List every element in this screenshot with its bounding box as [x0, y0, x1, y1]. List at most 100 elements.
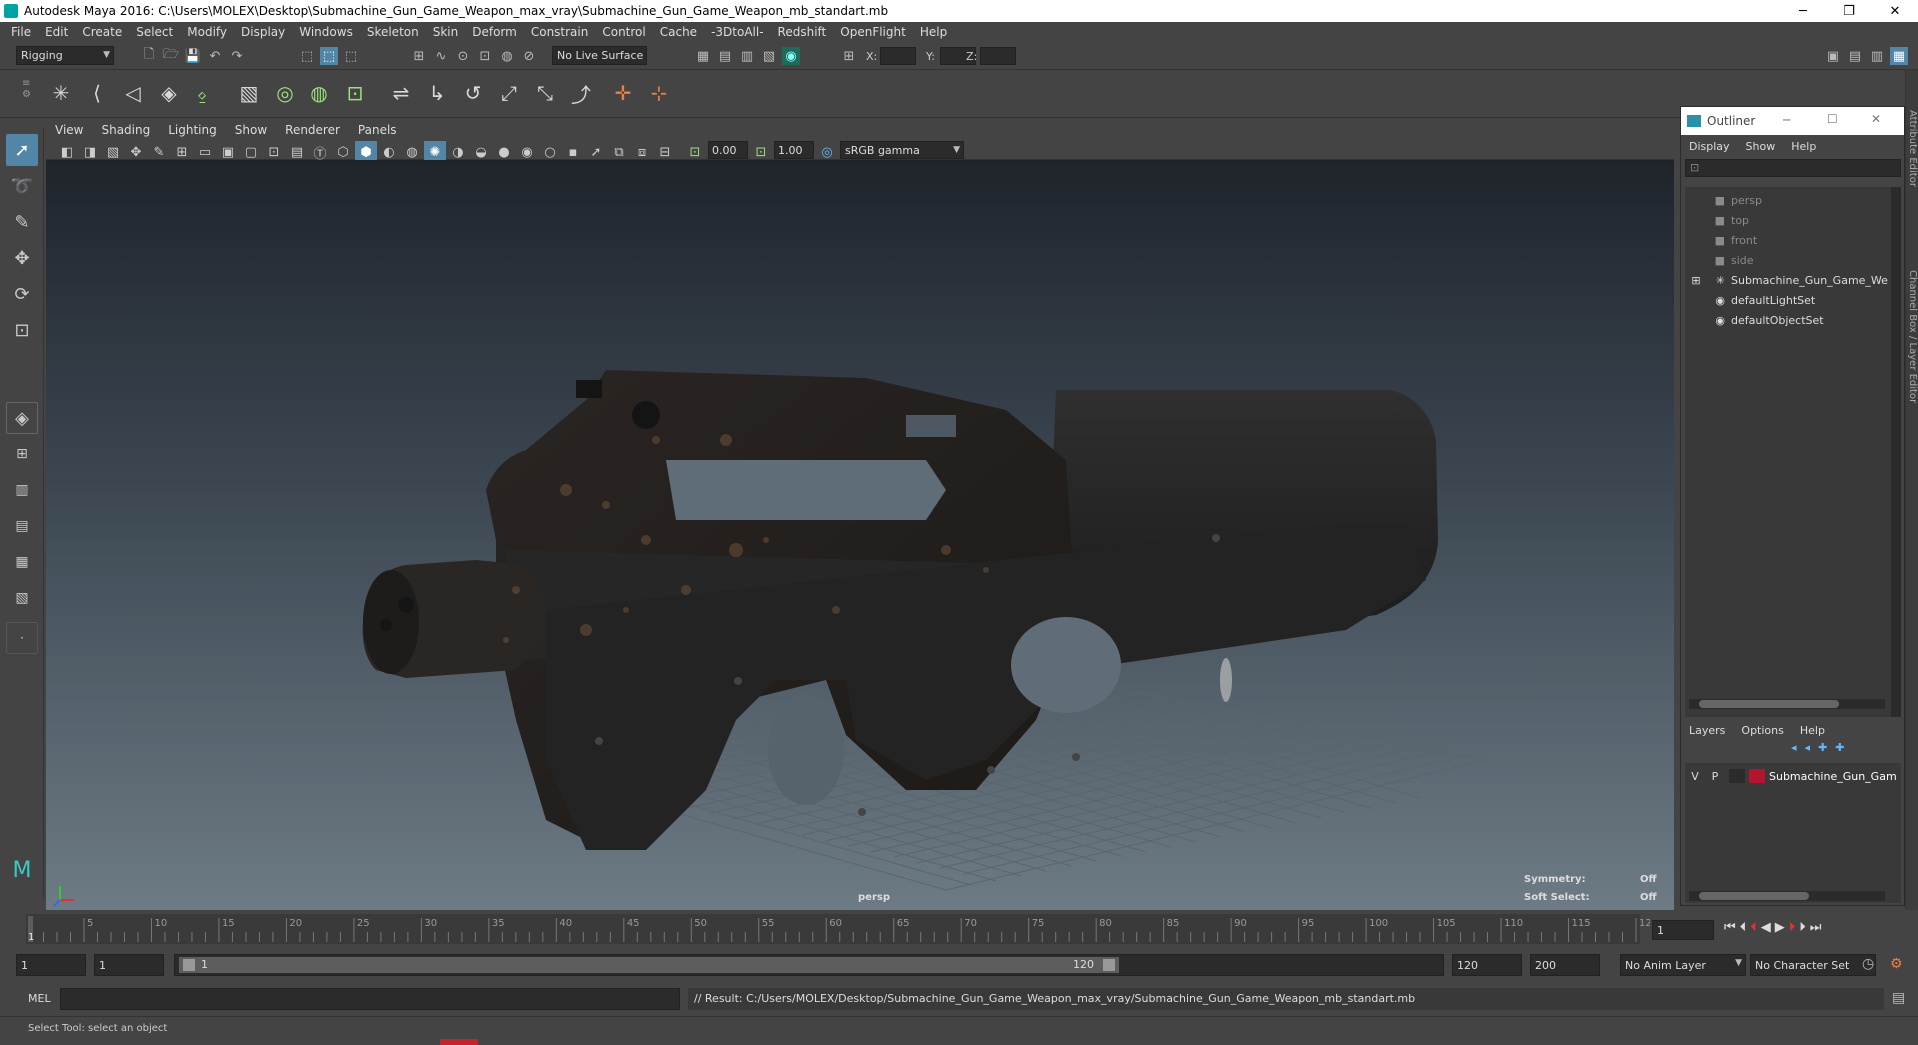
close-button[interactable]: ✕ [1872, 0, 1918, 22]
expand-icon[interactable]: ⊞ [1685, 274, 1707, 287]
outliner-item-gun-group[interactable]: ⊞ ✳ Submachine_Gun_Game_We [1685, 271, 1905, 289]
step-back-key-icon[interactable]: ⏴ [1750, 920, 1757, 935]
move-layer-up-icon[interactable]: ◂ [1791, 741, 1797, 754]
outliner-minimize-button[interactable]: ─ [1783, 113, 1790, 127]
new-layer-selected-icon[interactable]: ✚ [1835, 741, 1844, 754]
outliner-item-default-light-set[interactable]: ◉ defaultLightSet [1685, 291, 1905, 309]
menu-control[interactable]: Control [595, 25, 652, 39]
outliner-menu-help[interactable]: Help [1783, 140, 1824, 153]
layer-menu-options[interactable]: Options [1733, 724, 1791, 737]
undo-icon[interactable]: ↶ [206, 47, 224, 65]
color-space-dropdown[interactable]: sRGB gamma ▼ [840, 141, 964, 159]
snap-curve-icon[interactable]: ∿ [432, 47, 450, 65]
outliner-item-persp[interactable]: ■ persp [1685, 191, 1905, 209]
wrap-deformer-icon[interactable]: ◍ [304, 78, 334, 108]
time-ruler[interactable]: 5 10 15 20 25 30 35 40 45 50 55 60 65 70 75 80 85 90 95 100… [0, 912, 1650, 948]
range-end-handle[interactable] [1103, 959, 1115, 971]
outliner-search-field[interactable]: ⊡ [1685, 159, 1901, 177]
four-view-icon[interactable]: ⊞ [6, 438, 38, 470]
ipr-render-icon[interactable]: ▥ [738, 47, 756, 65]
menu-skeleton[interactable]: Skeleton [360, 25, 426, 39]
menu-openflight[interactable]: OpenFlight [833, 25, 913, 39]
step-forward-frame-icon[interactable]: ⏵ [1799, 920, 1806, 935]
channel-box-tab[interactable]: Channel Box / Layer Editor [1907, 270, 1918, 403]
play-backwards-icon[interactable]: ◀ [1761, 920, 1771, 935]
select-hierarchy-icon[interactable]: ⬚ [298, 47, 316, 65]
new-layer-icon[interactable]: ✚ [1818, 741, 1827, 754]
channel-box-toggle-icon[interactable]: ▦ [1890, 47, 1908, 65]
panel-menu-lighting[interactable]: Lighting [159, 123, 226, 137]
menu-file[interactable]: File [4, 25, 38, 39]
wire-deformer-icon[interactable]: ⊡ [340, 78, 370, 108]
render-settings-icon[interactable]: ▧ [760, 47, 778, 65]
locator-icon[interactable]: ✛ [608, 78, 638, 108]
layer-playback-toggle[interactable]: P [1705, 770, 1725, 783]
exposure-field[interactable]: 0.00 [708, 141, 748, 159]
layer-horizontal-scrollbar[interactable] [1689, 891, 1885, 901]
outliner-close-button[interactable]: ✕ [1871, 112, 1881, 126]
anim-end-field[interactable]: 200 [1530, 954, 1600, 976]
save-scene-icon[interactable]: 💾 [184, 47, 202, 65]
gamma-field[interactable]: 1.00 [774, 141, 814, 159]
outliner-item-top[interactable]: ■ top [1685, 211, 1905, 229]
script-editor-icon[interactable]: ▤ [1892, 990, 1905, 1006]
move-tool-icon[interactable]: ✥ [6, 242, 38, 274]
live-surface-field[interactable]: No Live Surface [552, 46, 647, 65]
panel-menu-view[interactable]: View [46, 123, 92, 137]
bind-skin-icon[interactable]: ⍚ [188, 78, 218, 108]
move-layer-down-icon[interactable]: ◂ [1805, 741, 1811, 754]
play-forwards-icon[interactable]: ▶ [1775, 920, 1785, 935]
menu-3dtoall[interactable]: -3DtoAll- [704, 25, 770, 39]
ik-spline-icon[interactable]: ◁ [118, 78, 148, 108]
persp-graph-icon[interactable]: ▤ [6, 510, 38, 542]
menu-display[interactable]: Display [234, 25, 292, 39]
custom-layout-icon[interactable]: · [6, 622, 38, 654]
parent-constraint-icon[interactable]: ⤡ [530, 78, 560, 108]
locator-group-icon[interactable]: ⊹ [644, 78, 674, 108]
panel-menu-panels[interactable]: Panels [349, 123, 406, 137]
auto-key-icon[interactable]: ◷ [1862, 956, 1874, 972]
transform-mode-icon[interactable]: ⊞ [840, 47, 858, 65]
modeling-toolkit-icon[interactable]: ▣ [1824, 47, 1842, 65]
go-to-end-icon[interactable]: ⏭ [1810, 920, 1822, 935]
outliner-horizontal-scrollbar[interactable] [1689, 699, 1885, 709]
attribute-editor-tab[interactable]: Attribute Editor [1907, 110, 1918, 187]
lattice-icon[interactable]: ▧ [234, 78, 264, 108]
character-set-dropdown[interactable]: No Character Set [1750, 954, 1876, 976]
mel-label[interactable]: MEL [28, 992, 51, 1005]
cluster-icon[interactable]: ◎ [270, 78, 300, 108]
hypershade-icon[interactable]: ◉ [782, 47, 800, 65]
make-live-icon[interactable]: ⊘ [520, 47, 538, 65]
x-field[interactable] [880, 47, 916, 65]
outliner-maximize-button[interactable]: ☐ [1827, 112, 1838, 126]
pole-vector-icon[interactable]: ⤴ [566, 78, 596, 108]
joint-tool-icon[interactable]: ✳ [46, 78, 76, 108]
go-to-start-icon[interactable]: ⏮ [1724, 920, 1736, 935]
layout-icon[interactable]: ▧ [6, 582, 38, 614]
layer-menu-help[interactable]: Help [1792, 724, 1833, 737]
animation-preferences-icon[interactable]: ⚙ [1890, 956, 1903, 972]
menu-windows[interactable]: Windows [292, 25, 360, 39]
range-bar-handle[interactable]: 1 120 [179, 957, 1119, 973]
range-start-handle[interactable] [183, 959, 195, 971]
layer-row[interactable]: V P Submachine_Gun_Gam [1685, 767, 1901, 785]
menu-redshift[interactable]: Redshift [771, 25, 834, 39]
render-frame-icon[interactable]: ▤ [716, 47, 734, 65]
persp-hypershade-icon[interactable]: ▦ [6, 546, 38, 578]
scrollbar-thumb[interactable] [1699, 892, 1809, 900]
current-frame-field[interactable]: 1 [1652, 920, 1714, 940]
outliner-item-side[interactable]: ■ side [1685, 251, 1905, 269]
select-object-icon[interactable]: ⬚ [320, 47, 338, 65]
playback-start-field[interactable]: 1 [94, 954, 164, 976]
select-component-icon[interactable]: ⬚ [342, 47, 360, 65]
aim-constraint-icon[interactable]: ↳ [422, 78, 452, 108]
time-slider[interactable]: 5 10 15 20 25 30 35 40 45 50 55 60 65 70 75 80 85 90 95 100… [0, 912, 1918, 948]
layer-visibility-toggle[interactable]: V [1685, 770, 1705, 783]
ik-handle-icon[interactable]: ⟨ [82, 78, 112, 108]
snap-surface-icon[interactable]: ◍ [498, 47, 516, 65]
anim-layer-dropdown[interactable]: No Anim Layer ▼ [1620, 954, 1746, 976]
menu-cache[interactable]: Cache [653, 25, 704, 39]
menu-constrain[interactable]: Constrain [524, 25, 596, 39]
command-input[interactable] [60, 988, 680, 1010]
perspective-viewport[interactable]: persp Symmetry: Off Soft Select: Off [46, 160, 1674, 910]
